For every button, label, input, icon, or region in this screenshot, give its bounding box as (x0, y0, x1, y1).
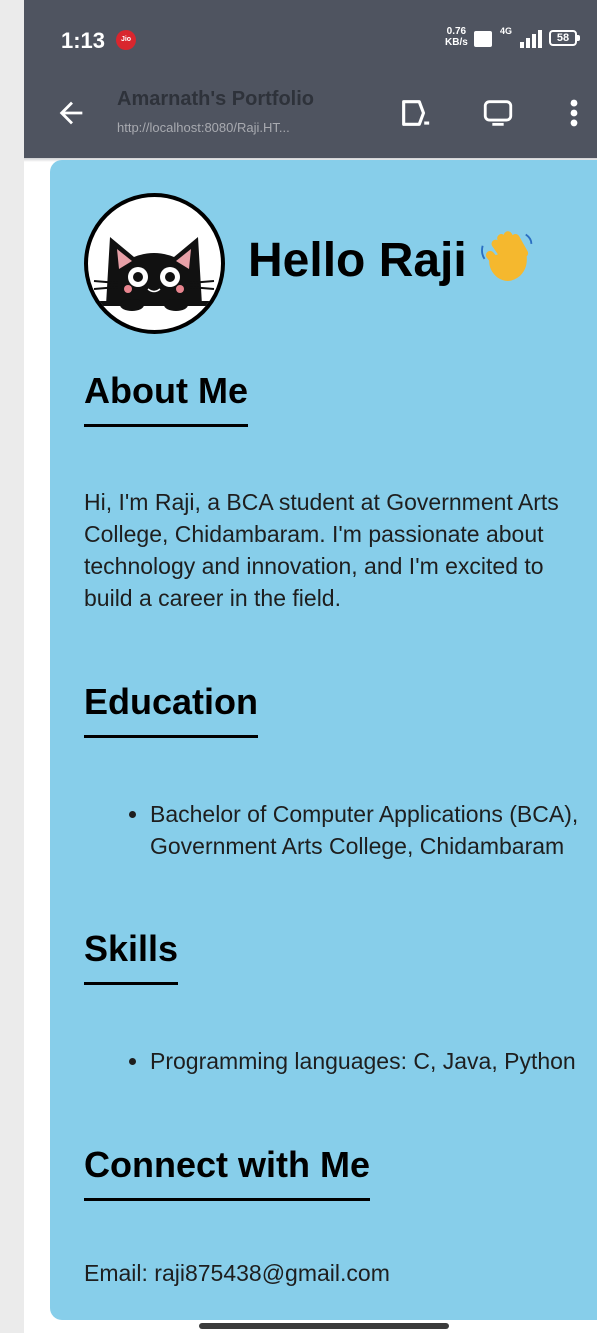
avatar (84, 193, 225, 334)
network-speed: 0.76 KB/s (445, 26, 468, 48)
signal-icon: 4G (500, 26, 542, 50)
about-heading: About Me (84, 370, 248, 427)
open-in-browser-icon[interactable] (398, 96, 432, 130)
page-url[interactable]: http://localhost:8080/Raji.HT... (117, 120, 290, 135)
network-speed-unit: KB/s (445, 37, 468, 48)
skills-heading: Skills (84, 928, 179, 985)
connect-heading: Connect with Me (84, 1144, 370, 1201)
network-speed-value: 0.76 (446, 26, 467, 37)
page-title: Amarnath's Portfolio (117, 88, 314, 110)
list-item: Programming languages: C, Java, Python (150, 1045, 584, 1077)
status-bar: 1:13 Jio 0.76 KB/s 4G 58 (24, 0, 597, 80)
greeting-heading: Hello Raji (248, 231, 537, 293)
education-heading: Education (84, 681, 259, 738)
battery-level: 58 (556, 32, 570, 44)
carrier-badge-icon: Jio (116, 30, 136, 50)
about-text: Hi, I'm Raji, a BCA student at Governmen… (84, 489, 559, 611)
cat-illustration-icon (93, 237, 215, 311)
back-arrow-icon[interactable] (54, 96, 88, 130)
desktop-site-icon[interactable] (481, 96, 515, 130)
education-list: Bachelor of Computer Applications (BCA),… (84, 798, 584, 862)
browser-toolbar: Amarnath's Portfolio http://localhost:80… (24, 80, 597, 158)
volte-icon (474, 31, 492, 47)
network-type: 4G (500, 26, 513, 36)
gesture-nav-bar[interactable] (199, 1323, 449, 1329)
portfolio-card: Hello Raji About Me Hi, I'm Raji, a BCA … (50, 160, 597, 1320)
greeting-text: Hello Raji (248, 234, 467, 287)
email-text: Email: raji875438@gmail.com (84, 1260, 390, 1286)
status-time: 1:13 (61, 28, 106, 53)
battery-icon: 58 (549, 30, 580, 46)
browser-window: 1:13 Jio 0.76 KB/s 4G 58 Amarnath's Port… (24, 0, 597, 1333)
more-options-icon[interactable] (564, 96, 584, 130)
list-item: Bachelor of Computer Applications (BCA),… (150, 798, 584, 862)
waving-hand-icon (480, 231, 533, 282)
skills-list: Programming languages: C, Java, Python (84, 1045, 584, 1077)
